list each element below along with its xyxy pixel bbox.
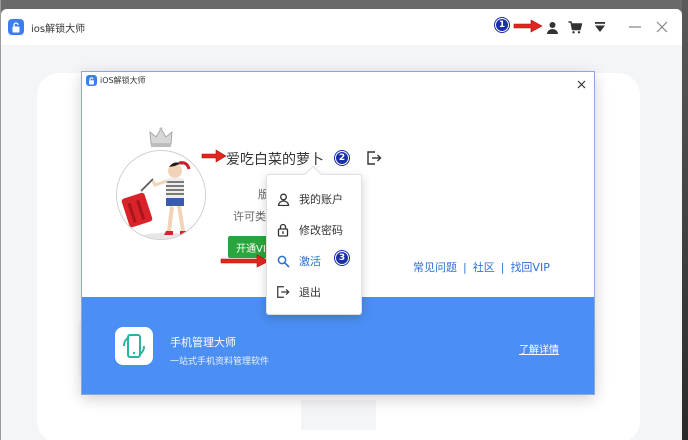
dialog-titlebar: iOS解锁大师 [82, 72, 594, 89]
annotation-arrow-1 [513, 19, 543, 33]
main-titlebar: ios解锁大师 1 [1, 9, 682, 45]
minimize-button[interactable] [627, 19, 643, 35]
link-separator: | [463, 261, 467, 274]
cart-icon[interactable] [567, 19, 583, 35]
user-icon[interactable] [544, 19, 560, 35]
app-logo-icon [8, 19, 24, 35]
recover-vip-link[interactable]: 找回VIP [510, 261, 549, 274]
dialog-close-button[interactable] [576, 75, 587, 89]
user-avatar[interactable] [116, 150, 206, 240]
menu-item-change-password[interactable]: 修改密码 [267, 216, 361, 244]
crown-icon [149, 127, 173, 147]
learn-more-link[interactable]: 了解详情 [519, 341, 559, 356]
logout-icon [276, 285, 290, 299]
annotation-arrow-3 [220, 254, 270, 268]
username-label: 爱吃白菜的萝卜 [226, 152, 324, 168]
menu-item-label: 修改密码 [299, 224, 343, 237]
dialog-title: iOS解锁大师 [100, 76, 146, 85]
background-gap [301, 400, 376, 430]
close-button[interactable] [653, 18, 671, 36]
banner-subtitle: 一站式手机资料管理软件 [170, 357, 270, 367]
menu-item-my-account[interactable]: 我的账户 [267, 185, 361, 213]
dialog-logo-icon [86, 75, 97, 86]
license-label: 许可类 [233, 210, 266, 223]
lock-icon [276, 223, 290, 237]
faq-link[interactable]: 常见问题 [413, 261, 457, 274]
menu-item-label: 退出 [299, 286, 321, 299]
logout-icon[interactable] [366, 150, 382, 166]
annotation-badge-1: 1 [495, 18, 509, 32]
search-icon [276, 254, 290, 268]
annotation-arrow-2 [201, 149, 227, 163]
help-links: 常见问题 | 社区 | 找回VIP [413, 259, 550, 275]
menu-item-logout[interactable]: 退出 [267, 278, 361, 306]
menu-dropdown-icon[interactable] [592, 19, 608, 35]
menu-item-label: 我的账户 [299, 193, 343, 206]
community-link[interactable]: 社区 [473, 261, 495, 274]
annotation-badge-2: 2 [335, 151, 349, 165]
link-separator: | [500, 261, 505, 274]
account-dropdown-menu: 我的账户 修改密码 激活 退出 3 [266, 165, 362, 315]
annotation-badge-3: 3 [335, 251, 349, 265]
user-icon [276, 192, 290, 206]
phone-manager-app-icon [115, 327, 153, 365]
menu-item-label: 激活 [299, 255, 321, 268]
main-window-title: ios解锁大师 [31, 24, 86, 35]
banner-title: 手机管理大师 [170, 336, 236, 349]
desktop-edge-right [682, 0, 688, 440]
